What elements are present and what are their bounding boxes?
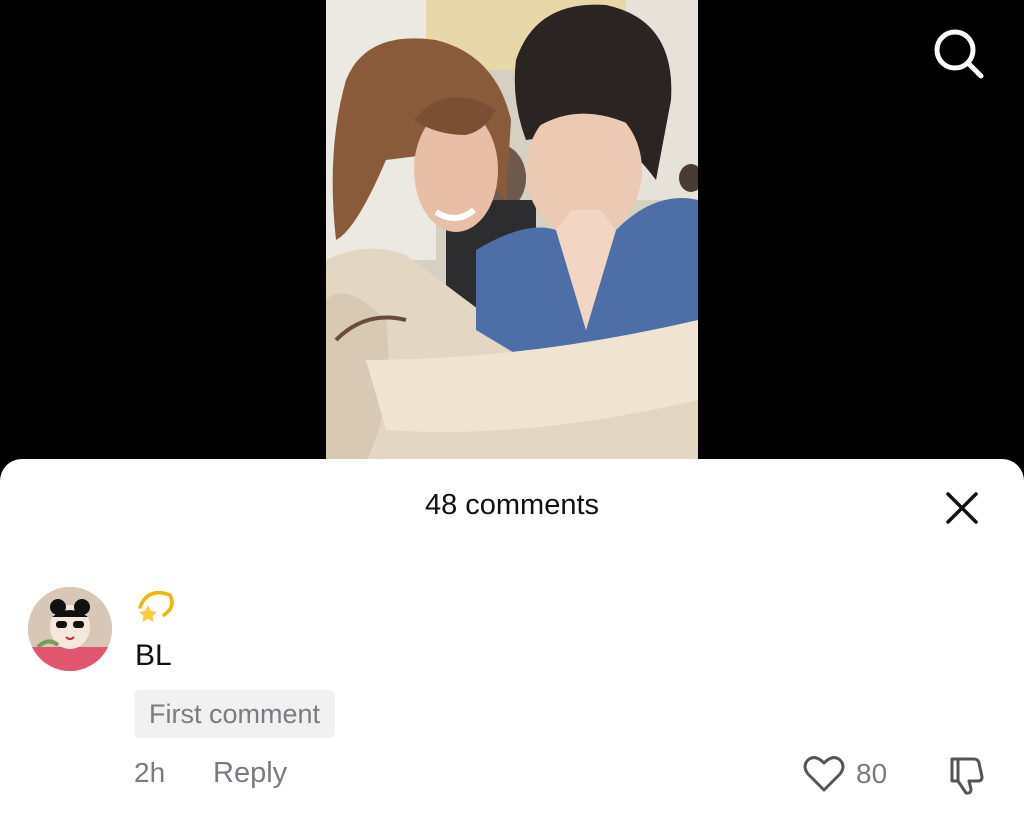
video-still-image bbox=[326, 0, 698, 462]
video-player[interactable] bbox=[0, 0, 1024, 470]
like-count: 80 bbox=[856, 758, 888, 789]
first-comment-badge: First comment bbox=[134, 690, 336, 738]
comment-timestamp: 2h bbox=[134, 757, 166, 788]
comments-count-title: 48 comments bbox=[424, 489, 600, 521]
thumbs-down-icon bbox=[950, 757, 984, 795]
close-button[interactable] bbox=[940, 486, 984, 530]
dizzy-star-emoji bbox=[134, 583, 176, 625]
heart-icon bbox=[803, 756, 845, 792]
search-button[interactable] bbox=[930, 26, 986, 82]
avatar-image bbox=[28, 587, 112, 671]
search-icon bbox=[934, 29, 984, 79]
comments-sheet: 48 comments BL First comment 2h Reply 80 bbox=[0, 459, 1024, 822]
avatar[interactable] bbox=[28, 587, 112, 671]
reply-button[interactable]: Reply bbox=[213, 757, 287, 790]
dislike-button[interactable] bbox=[944, 753, 988, 797]
like-button[interactable] bbox=[803, 754, 845, 794]
comment-username[interactable]: BL bbox=[135, 639, 172, 673]
video-frame[interactable] bbox=[326, 0, 698, 462]
close-icon bbox=[946, 492, 978, 524]
